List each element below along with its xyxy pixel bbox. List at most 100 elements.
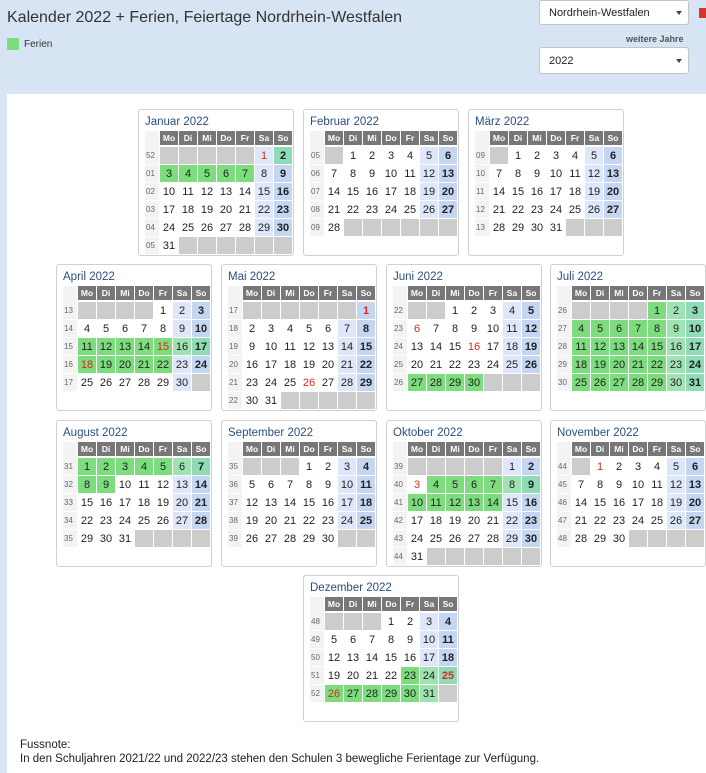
state-select[interactable]: Nordrhein-Westfalen: [539, 0, 689, 25]
week-number-header: [228, 286, 242, 303]
day-cell: 23: [319, 512, 337, 529]
day-cell: 13: [439, 165, 457, 182]
day-cell: 11: [135, 476, 153, 493]
day-cell: 15: [78, 494, 96, 511]
empty-day-cell: [300, 392, 318, 409]
ferien-day-cell: 20: [116, 356, 134, 373]
empty-day-cell: [363, 219, 381, 236]
day-cell: 23: [363, 201, 381, 218]
empty-day-cell: [591, 302, 609, 319]
week-number: 20: [228, 356, 242, 373]
week-row: 39 1 2: [393, 458, 540, 475]
empty-day-cell: [566, 219, 584, 236]
empty-day-cell: [281, 392, 299, 409]
month-grid: Mo Di Mi Do Fr Sa So 22 1 2 3 4 5 23 6 7 8 9 10 11 12 24 13 14 1…: [393, 286, 540, 392]
day-cell: 31: [160, 237, 178, 254]
month-calendar: April 2022 Mo Di Mi Do Fr Sa So 13 1 2 3 14 4 5 6 7 8 9 10 1…: [56, 264, 212, 411]
ferien-day-cell: 6: [465, 476, 483, 493]
ferien-day-cell: 17: [686, 338, 704, 355]
day-cell: 24: [262, 374, 280, 391]
week-row: 20 16 17 18 19 20 21 22: [228, 356, 375, 373]
weekday-header: Do: [135, 286, 153, 300]
week-row: 24 13 14 15 16 17 18 19: [393, 338, 540, 355]
holiday-day-cell: 25: [439, 667, 457, 684]
week-number: 13: [63, 302, 77, 319]
weekday-header: Mo: [490, 131, 508, 145]
day-cell: 16: [319, 494, 337, 511]
day-cell: 9: [243, 338, 261, 355]
weekday-header: Fr: [401, 131, 419, 145]
day-cell: 29: [300, 530, 318, 547]
day-cell: 17: [116, 494, 134, 511]
day-cell: 12: [585, 165, 603, 182]
day-cell: 24: [547, 201, 565, 218]
day-cell: 17: [338, 494, 356, 511]
day-cell: 9: [363, 165, 381, 182]
day-cell: 30: [528, 219, 546, 236]
day-cell: 26: [522, 356, 540, 373]
day-cell: 12: [154, 476, 172, 493]
weekday-header: So: [357, 286, 375, 300]
print-icon[interactable]: [699, 8, 706, 18]
week-row: 26 1 2 3: [557, 302, 704, 319]
day-cell: 25: [78, 374, 96, 391]
day-cell: 19: [243, 512, 261, 529]
weekday-header: Mi: [116, 442, 134, 456]
day-cell: 2: [401, 613, 419, 630]
weekday-header: Di: [427, 286, 445, 300]
day-cell: 5: [667, 458, 685, 475]
day-cell: 14: [490, 183, 508, 200]
day-cell: 27: [262, 530, 280, 547]
day-cell: 21: [572, 512, 590, 529]
day-cell: 20: [439, 183, 457, 200]
day-cell: 15: [503, 494, 521, 511]
day-cell: 18: [566, 183, 584, 200]
empty-day-cell: [427, 458, 445, 475]
empty-day-cell: [154, 530, 172, 547]
day-cell: 2: [465, 302, 483, 319]
month-grid: Mo Di Mi Do Fr Sa So 44 1 2 3 4 5 6 45 7 8 9 10 11 12 13 46 14 1…: [557, 442, 704, 548]
day-cell: 4: [357, 458, 375, 475]
weekday-header: Mi: [363, 131, 381, 145]
day-cell: 12: [300, 338, 318, 355]
day-cell: 30: [610, 530, 628, 547]
day-cell: 1: [344, 147, 362, 164]
day-cell: 4: [648, 458, 666, 475]
empty-day-cell: [179, 237, 197, 254]
day-cell: 17: [408, 512, 426, 529]
day-cell: 7: [325, 165, 343, 182]
week-row: 12 21 22 23 24 25 26 27: [475, 201, 622, 218]
month-calendar: Mai 2022 Mo Di Mi Do Fr Sa So 17 1 18 2 3 4 5 6 7 8 19 9 10 1…: [221, 264, 377, 411]
month-grid: Mo Di Mi Do Fr Sa So 35 1 2 3 4 36 5 6 7 8 9 10 11 37 12 13 14 1…: [228, 442, 375, 548]
day-cell: 10: [484, 320, 502, 337]
week-number-header: [63, 286, 77, 303]
day-cell: 11: [648, 476, 666, 493]
empty-day-cell: [648, 530, 666, 547]
ferien-day-cell: 21: [135, 356, 153, 373]
day-cell: 24: [408, 530, 426, 547]
day-cell: 5: [243, 476, 261, 493]
weekday-header: Mo: [243, 286, 261, 300]
day-cell: 17: [262, 356, 280, 373]
week-row: 31 1 2 3 4 5 6 7: [63, 458, 210, 475]
week-number: 42: [393, 512, 407, 529]
day-cell: 15: [255, 183, 273, 200]
empty-day-cell: [401, 219, 419, 236]
weekday-header: Mi: [528, 131, 546, 145]
week-row: 15 11 12 13 14 15 16 17: [63, 338, 210, 355]
day-cell: 27: [319, 374, 337, 391]
empty-day-cell: [281, 302, 299, 319]
day-cell: 21: [427, 356, 445, 373]
day-cell: 6: [439, 147, 457, 164]
day-cell: 19: [522, 338, 540, 355]
day-cell: 3: [547, 147, 565, 164]
day-cell: 6: [116, 320, 134, 337]
year-select[interactable]: 2022: [539, 47, 689, 74]
day-cell: 16: [522, 494, 540, 511]
empty-day-cell: [243, 458, 261, 475]
week-row: 34 22 23 24 25 26 27 28: [63, 512, 210, 529]
week-number: 39: [393, 458, 407, 475]
ferien-day-cell: 5: [154, 458, 172, 475]
day-cell: 24: [484, 356, 502, 373]
day-cell: 19: [420, 183, 438, 200]
